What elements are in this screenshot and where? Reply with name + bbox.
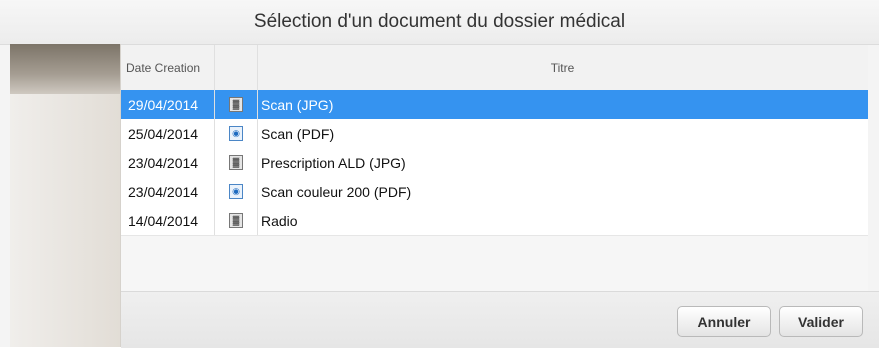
column-header-title[interactable]: Titre <box>257 45 868 90</box>
pdf-document-icon: ◉ <box>229 126 243 141</box>
cell-icon: ◉ <box>215 119 258 148</box>
cell-date: 14/04/2014 <box>121 206 215 235</box>
validate-button[interactable]: Valider <box>779 306 863 337</box>
table-row[interactable]: 23/04/2014 ◉ Scan couleur 200 (PDF) <box>121 177 868 207</box>
dialog-title: Sélection d'un document du dossier médic… <box>0 0 879 45</box>
cell-title: Scan (JPG) <box>261 96 334 113</box>
table-row[interactable]: 23/04/2014 ▓ Prescription ALD (JPG) <box>121 148 868 178</box>
image-document-icon: ▓ <box>229 213 243 228</box>
pdf-document-icon: ◉ <box>229 184 243 199</box>
left-panel <box>10 44 121 347</box>
dialog-footer: Annuler Valider <box>121 291 879 348</box>
column-header-date[interactable]: Date Creation <box>121 45 215 90</box>
left-panel-strip <box>10 44 120 94</box>
table-row[interactable]: 29/04/2014 ▓ Scan (JPG) <box>121 90 868 120</box>
cancel-button[interactable]: Annuler <box>677 306 771 337</box>
cell-date: 23/04/2014 <box>121 177 215 206</box>
table-row[interactable]: 25/04/2014 ◉ Scan (PDF) <box>121 119 868 149</box>
table-row[interactable]: 14/04/2014 ▓ Radio <box>121 206 868 236</box>
cell-icon: ▓ <box>215 148 258 177</box>
image-document-icon: ▓ <box>229 155 243 170</box>
cell-date: 23/04/2014 <box>121 148 215 177</box>
documents-table: Date Creation Titre 29/04/2014 ▓ Scan (JPG… <box>121 45 868 291</box>
cell-title: Prescription ALD (JPG) <box>261 154 406 171</box>
document-selection-dialog: Sélection d'un document du dossier médic… <box>0 0 879 348</box>
cell-title: Scan (PDF) <box>261 125 335 142</box>
cell-title: Scan couleur 200 (PDF) <box>261 183 412 200</box>
cell-icon: ▓ <box>215 90 258 119</box>
image-document-icon: ▓ <box>229 97 243 112</box>
cell-date: 29/04/2014 <box>121 90 215 119</box>
cell-icon: ◉ <box>215 177 258 206</box>
table-header: Date Creation Titre <box>121 45 868 91</box>
cell-date: 25/04/2014 <box>121 119 215 148</box>
cell-title: Radio <box>261 212 298 229</box>
cell-icon: ▓ <box>215 206 258 235</box>
column-header-icon[interactable] <box>215 45 258 90</box>
